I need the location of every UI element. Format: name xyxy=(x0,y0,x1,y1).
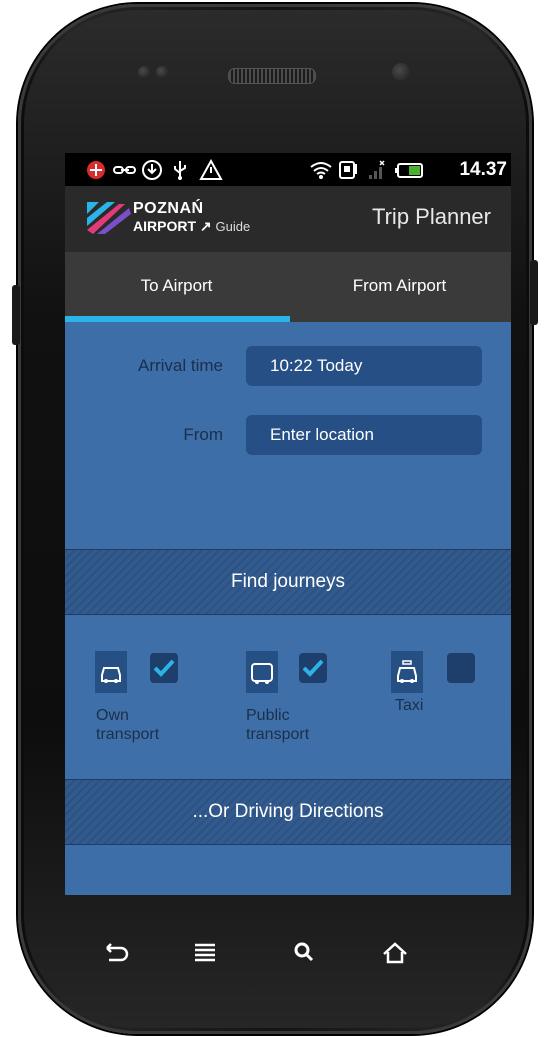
page-title: Trip Planner xyxy=(371,204,491,229)
front-camera-icon xyxy=(392,63,410,81)
transport-options: Own transport Public transport Taxi xyxy=(65,616,511,779)
public-transport-label: Public transport xyxy=(246,707,310,743)
link-icon xyxy=(113,159,136,181)
logo-arrow-icon: ↗ xyxy=(199,218,212,234)
logo-text-poznan: POZNAŃ xyxy=(133,200,204,217)
car-icon[interactable] xyxy=(95,651,127,693)
navigation-bar xyxy=(75,932,475,972)
arrival-time-label: Arrival time xyxy=(137,356,223,375)
driving-directions-label: ...Or Driving Directions xyxy=(192,801,384,822)
tab-to-airport[interactable]: To Airport xyxy=(65,252,288,322)
app-bar: POZNAŃ AIRPORT ↗ Guide Trip Planner xyxy=(65,186,511,252)
notification-icon xyxy=(85,159,107,181)
find-journeys-button[interactable]: Find journeys xyxy=(65,549,511,615)
back-icon[interactable] xyxy=(95,932,135,972)
from-label: From xyxy=(183,425,223,444)
arrival-time-field[interactable]: 10:22 Today xyxy=(246,346,482,386)
tab-from-airport[interactable]: From Airport xyxy=(288,252,511,322)
volume-button xyxy=(12,285,20,345)
search-icon[interactable] xyxy=(285,932,325,972)
driving-directions-button[interactable]: ...Or Driving Directions xyxy=(65,779,511,845)
earpiece-speaker xyxy=(228,68,316,84)
find-journeys-label: Find journeys xyxy=(230,571,346,592)
taxi-icon[interactable] xyxy=(391,651,423,693)
logo-text-airport: AIRPORT ↗ Guide xyxy=(133,218,250,235)
own-transport-label: Own transport xyxy=(96,707,160,743)
wifi-icon xyxy=(309,159,332,181)
taxi-label: Taxi xyxy=(395,697,424,714)
taxi-checkbox[interactable] xyxy=(447,653,475,683)
logo-airport-label: AIRPORT xyxy=(133,218,196,234)
download-icon xyxy=(141,159,163,181)
front-sensor-icon xyxy=(138,66,150,78)
warning-icon xyxy=(199,158,223,181)
public-transport-checkbox[interactable] xyxy=(299,653,327,683)
signal-icon xyxy=(365,159,387,181)
power-button xyxy=(530,260,538,325)
screen: 14.37 POZNAŃ AIRPORT ↗ Guide Trip Planne… xyxy=(65,153,511,895)
battery-icon xyxy=(395,159,425,181)
status-time: 14.37 xyxy=(459,159,507,180)
tab-bar: To Airport From Airport xyxy=(65,252,511,322)
usb-icon xyxy=(169,159,191,181)
airport-logo-icon xyxy=(87,202,131,234)
sim-icon xyxy=(337,159,359,181)
proximity-sensor-icon xyxy=(156,66,168,78)
status-bar: 14.37 xyxy=(65,153,511,186)
menu-icon[interactable] xyxy=(185,932,225,972)
home-icon[interactable] xyxy=(375,932,415,972)
from-location-field[interactable]: Enter location xyxy=(246,415,482,455)
logo-guide-label: Guide xyxy=(215,219,251,234)
bus-icon[interactable] xyxy=(246,651,278,693)
own-transport-checkbox[interactable] xyxy=(150,653,178,683)
active-tab-indicator xyxy=(65,316,290,322)
